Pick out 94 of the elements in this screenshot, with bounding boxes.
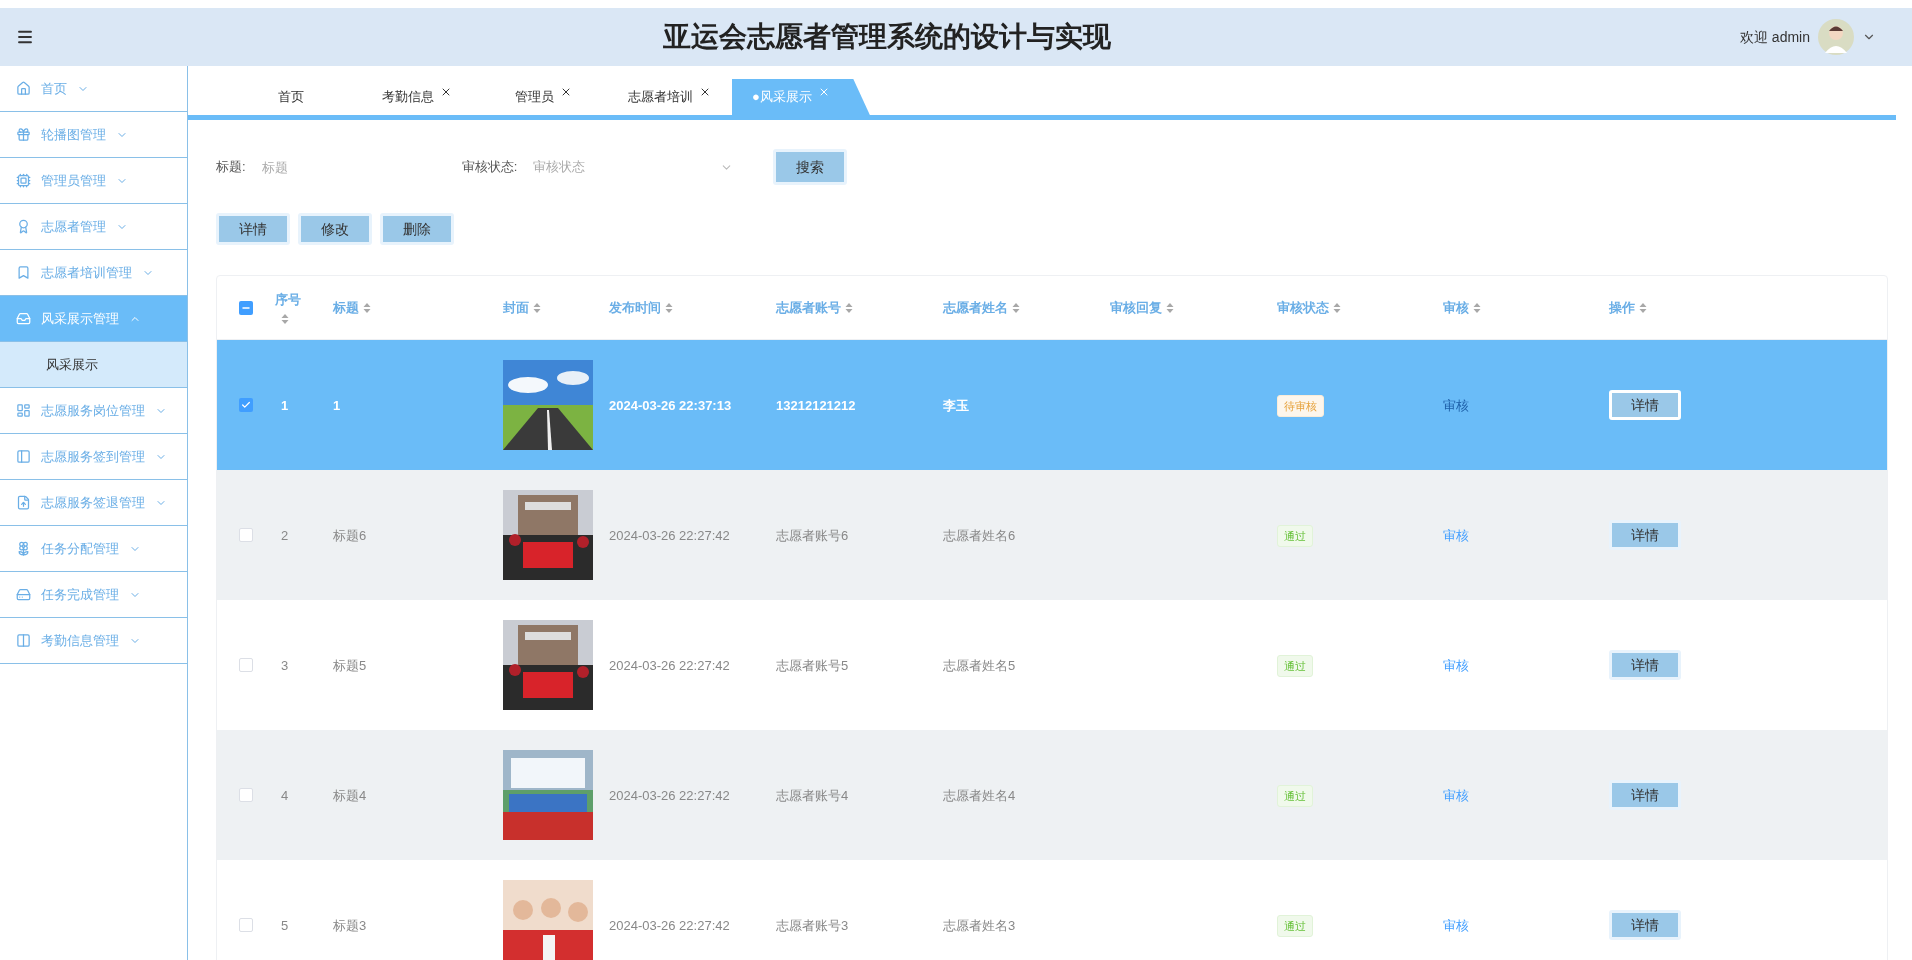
columns-icon bbox=[16, 633, 31, 648]
row-checkbox[interactable] bbox=[239, 788, 253, 802]
dashboard-icon bbox=[16, 403, 31, 418]
detail-button[interactable]: 详情 bbox=[1609, 390, 1681, 420]
table-cell: 标题5 bbox=[333, 658, 367, 673]
row-checkbox[interactable] bbox=[239, 658, 253, 672]
tab[interactable]: 首页 bbox=[228, 79, 354, 115]
menu-icon[interactable] bbox=[16, 28, 34, 46]
sort-icon[interactable] bbox=[665, 301, 673, 314]
column-header: 审核 bbox=[1443, 298, 1469, 317]
file-icon bbox=[16, 495, 31, 510]
sort-icon[interactable] bbox=[845, 301, 853, 314]
table-cell: 志愿者账号4 bbox=[776, 788, 849, 803]
row-checkbox[interactable] bbox=[239, 398, 253, 412]
table-cell: 标题3 bbox=[333, 918, 367, 933]
table-cell-text: 1 bbox=[280, 398, 289, 413]
tray-icon bbox=[16, 311, 31, 326]
sort-icon[interactable] bbox=[281, 313, 289, 326]
table-cell: 志愿者姓名6 bbox=[943, 528, 1016, 543]
avatar-icon[interactable] bbox=[1818, 19, 1854, 55]
table-cell: 标题4 bbox=[333, 788, 367, 803]
table-cell-text: 2 bbox=[280, 528, 289, 543]
status-tag: 通过 bbox=[1277, 784, 1313, 808]
table-row[interactable]: 2 标题6 2024-03-26 22:27:42 志愿者账号6 志愿者姓名6 通过 审核 详情 bbox=[217, 470, 1887, 600]
column-header: 志愿者账号 bbox=[776, 298, 841, 317]
table-cell-text: 3 bbox=[280, 658, 289, 673]
bookmark-icon bbox=[16, 265, 31, 280]
close-icon[interactable] bbox=[440, 86, 452, 98]
action-button[interactable]: 删除 bbox=[380, 213, 454, 245]
sort-icon[interactable] bbox=[1333, 301, 1341, 314]
column-header: 操作 bbox=[1609, 298, 1635, 317]
table-row[interactable]: 1 1 2024-03-26 22:37:13 13212121212 李玉 待审核 审核 详情 bbox=[217, 340, 1887, 470]
detail-button[interactable]: 详情 bbox=[1609, 520, 1681, 550]
table-cell: 2024-03-26 22:27:42 bbox=[609, 658, 730, 673]
sort-icon[interactable] bbox=[363, 301, 371, 314]
column-header: 志愿者姓名 bbox=[943, 298, 1008, 317]
table-cell: 标题6 bbox=[333, 528, 367, 543]
column-header: 序号 bbox=[275, 290, 301, 309]
sort-icon[interactable] bbox=[1166, 301, 1174, 314]
app-title: 亚运会志愿者管理系统的设计与实现 bbox=[663, 20, 1111, 54]
detail-button[interactable]: 详情 bbox=[1609, 650, 1681, 680]
action-button[interactable]: 修改 bbox=[298, 213, 372, 245]
table-cell: 2024-03-26 22:27:42 bbox=[609, 528, 730, 543]
tab[interactable]: 志愿者培训 bbox=[606, 79, 732, 115]
search-button[interactable]: 搜索 bbox=[773, 149, 848, 185]
detail-button[interactable]: 详情 bbox=[1609, 780, 1681, 810]
check-icon bbox=[241, 400, 251, 410]
drive-icon bbox=[16, 587, 31, 602]
table-cell: 13212121212 bbox=[776, 398, 856, 413]
field-label: 标题: bbox=[216, 158, 246, 177]
sort-icon[interactable] bbox=[1639, 301, 1647, 314]
action-button[interactable]: 详情 bbox=[216, 213, 290, 245]
status-tag: 通过 bbox=[1277, 654, 1313, 678]
table-cell: 李玉 bbox=[943, 398, 969, 413]
chip-icon bbox=[16, 173, 31, 188]
status-tag: 通过 bbox=[1277, 914, 1313, 938]
table-cell: 志愿者账号6 bbox=[776, 528, 849, 543]
tab[interactable]: 考勤信息 bbox=[354, 79, 480, 115]
sort-icon[interactable] bbox=[533, 301, 541, 314]
select-all-checkbox[interactable] bbox=[239, 300, 253, 315]
table-cell: 志愿者账号5 bbox=[776, 658, 849, 673]
column-header: 标题 bbox=[333, 298, 359, 317]
field-label: 审核状态: bbox=[461, 158, 518, 177]
table-cell: 2024-03-26 22:27:42 bbox=[609, 788, 730, 803]
column-header: 封面 bbox=[503, 298, 529, 317]
sort-icon[interactable] bbox=[1012, 301, 1020, 314]
table-cell: 2024-03-26 22:37:13 bbox=[609, 398, 732, 413]
table-cell: 2024-03-26 22:27:42 bbox=[609, 918, 730, 933]
table-cell-text: 4 bbox=[280, 788, 289, 803]
status-tag: 通过 bbox=[1277, 524, 1313, 548]
row-checkbox[interactable] bbox=[239, 918, 253, 932]
table-cell: 志愿者姓名5 bbox=[943, 658, 1016, 673]
column-header: 发布时间 bbox=[609, 298, 661, 317]
row-checkbox[interactable] bbox=[239, 528, 253, 542]
tab[interactable]: 管理员 bbox=[480, 79, 606, 115]
detail-button[interactable]: 详情 bbox=[1609, 910, 1681, 940]
table-cell: 志愿者姓名3 bbox=[943, 918, 1016, 933]
sidebar-subitem[interactable]: 风采展示 bbox=[0, 342, 187, 388]
column-header: 审核回复 bbox=[1110, 298, 1162, 317]
table-cell: 1 bbox=[333, 398, 341, 413]
table-row[interactable]: 4 标题4 2024-03-26 22:27:42 志愿者账号4 志愿者姓名4 通过 审核 详情 bbox=[217, 730, 1887, 860]
sort-icon[interactable] bbox=[1473, 301, 1481, 314]
home-icon bbox=[16, 81, 31, 96]
welcome-text: 欢迎 admin bbox=[1739, 27, 1810, 47]
column-header: 审核状态 bbox=[1277, 298, 1329, 317]
table-cell-text: 5 bbox=[280, 918, 289, 933]
panel-icon bbox=[16, 449, 31, 464]
table-cell: 志愿者账号3 bbox=[776, 918, 849, 933]
flower-icon bbox=[16, 541, 31, 556]
title-field[interactable]: 标题 bbox=[261, 149, 422, 185]
status-tag: 待审核 bbox=[1277, 394, 1324, 418]
badge-icon bbox=[16, 219, 31, 234]
table-cell: 志愿者姓名4 bbox=[943, 788, 1016, 803]
gift-icon bbox=[16, 127, 31, 142]
